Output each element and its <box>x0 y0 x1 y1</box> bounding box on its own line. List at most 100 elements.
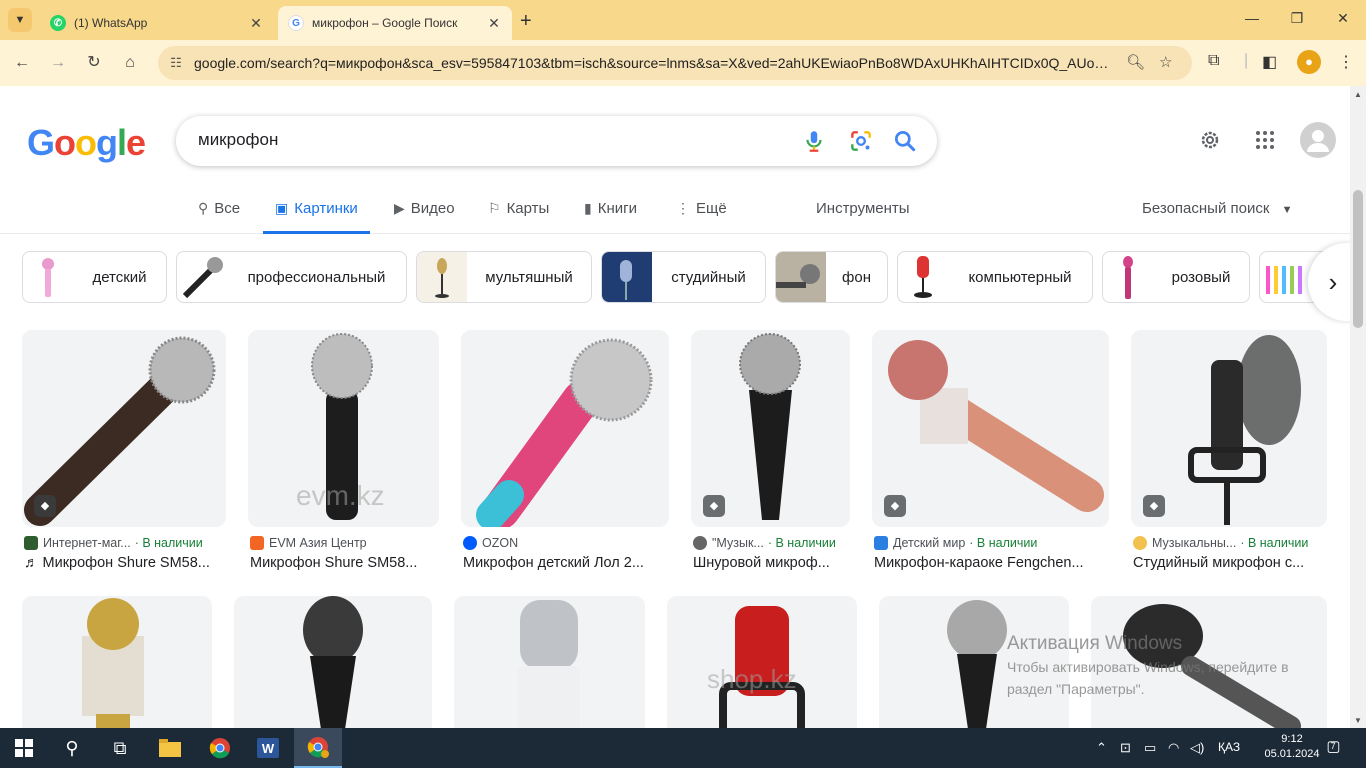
image-result[interactable]: evm.kz EVM Азия Центр Микрофон Shure SM5… <box>248 330 439 580</box>
image-result[interactable] <box>22 596 212 728</box>
video-icon: ▶ <box>394 200 405 216</box>
close-window-button[interactable]: ✕ <box>1333 10 1353 27</box>
tab-search-menu-icon[interactable]: ▼ <box>8 8 32 32</box>
reload-icon[interactable]: ↻ <box>83 52 105 74</box>
battery-icon[interactable]: ▭ <box>1144 740 1156 756</box>
wifi-icon[interactable]: ◠ <box>1168 740 1179 756</box>
bookmark-star-icon[interactable]: ☆ <box>1159 53 1172 71</box>
image-result[interactable]: ◆ Интернет-маг... · В наличии ♬ Микрофон… <box>22 330 226 580</box>
result-caption[interactable]: Микрофон детский Лол 2... <box>463 555 669 571</box>
close-tab-icon[interactable]: ✕ <box>248 15 264 32</box>
scrollbar-thumb[interactable] <box>1353 190 1363 328</box>
result-source[interactable]: Музыкальны... · В наличии <box>1133 536 1308 550</box>
account-avatar[interactable] <box>1300 122 1336 158</box>
address-bar[interactable]: ☷ google.com/search?q=микрофон&sca_esv=5… <box>158 46 1192 80</box>
taskbar-search-icon[interactable]: ⚲ <box>48 728 96 768</box>
forward-arrow-icon[interactable]: → <box>47 52 69 74</box>
result-image[interactable]: ◆ <box>691 330 850 527</box>
result-image[interactable]: ◆ <box>1131 330 1327 527</box>
volume-icon[interactable]: ◁) <box>1190 740 1204 756</box>
tab-all[interactable]: ⚲ Все <box>198 200 240 234</box>
minimize-button[interactable]: — <box>1242 10 1262 26</box>
result-source[interactable]: Детский мир · В наличии <box>874 536 1037 550</box>
google-logo[interactable]: Google <box>27 122 146 164</box>
result-caption[interactable]: ♬ Микрофон Shure SM58... <box>24 555 226 571</box>
result-source[interactable]: Интернет-маг... · В наличии <box>24 536 203 550</box>
chip-fon[interactable]: фон <box>775 251 888 303</box>
search-icon[interactable] <box>892 128 918 154</box>
result-caption[interactable]: Студийный микрофон с... <box>1133 555 1327 571</box>
google-lens-icon[interactable] <box>848 128 874 154</box>
result-image[interactable]: evm.kz <box>248 330 439 527</box>
chip-rozovyy[interactable]: розовый <box>1102 251 1250 303</box>
tab-books[interactable]: ▮ Книги <box>584 200 637 234</box>
input-language[interactable]: ҚАЗ <box>1218 740 1240 754</box>
result-caption[interactable]: Микрофон-караоке Fengchen... <box>874 555 1109 571</box>
zoom-icon[interactable]: 🔍︎ <box>1126 53 1145 71</box>
image-result[interactable]: OZON Микрофон детский Лол 2... <box>461 330 669 580</box>
result-image[interactable]: ◆ <box>872 330 1109 527</box>
browser-menu-icon[interactable]: ⋮ <box>1338 52 1354 72</box>
task-view-icon[interactable]: ⧉ <box>96 728 144 768</box>
chip-thumbnail <box>417 252 467 302</box>
image-result[interactable] <box>454 596 645 728</box>
chip-professionalnyy[interactable]: профессиональный <box>176 251 407 303</box>
chip-studiynyy[interactable]: студийный <box>601 251 766 303</box>
chip-detskiy[interactable]: детский <box>22 251 167 303</box>
image-result[interactable]: shop.kz <box>667 596 857 728</box>
scroll-up-arrow-icon[interactable]: ▲ <box>1354 90 1362 99</box>
new-tab-button[interactable]: + <box>520 10 532 33</box>
result-image[interactable]: ◆ <box>22 330 226 527</box>
tab-more[interactable]: ⋮ Ещё <box>676 200 727 234</box>
image-result[interactable] <box>234 596 432 728</box>
tab-whatsapp[interactable]: ✆ (1) WhatsApp ✕ <box>40 6 274 40</box>
result-source[interactable]: EVM Азия Центр <box>250 536 371 550</box>
result-image[interactable] <box>22 596 212 728</box>
word-icon[interactable]: W <box>244 728 292 768</box>
tray-overflow-chevron-icon[interactable]: ⌃ <box>1096 740 1107 756</box>
page-scrollbar[interactable]: ▲ ▼ <box>1350 86 1366 728</box>
system-clock[interactable]: 9:12 05.01.2024 <box>1262 732 1322 762</box>
back-arrow-icon[interactable]: ← <box>11 52 33 74</box>
image-result[interactable]: ◆ Музыкальны... · В наличии Студийный ми… <box>1131 330 1327 580</box>
settings-gear-icon[interactable] <box>1198 128 1222 152</box>
maximize-button[interactable]: ❐ <box>1287 10 1307 27</box>
microphone-icon[interactable] <box>801 128 827 154</box>
chip-multyashnyy[interactable]: мультяшный <box>416 251 592 303</box>
start-windows-icon[interactable] <box>0 728 48 768</box>
chip-kompyuternyy[interactable]: компьютерный <box>897 251 1093 303</box>
close-tab-icon[interactable]: ✕ <box>486 15 502 32</box>
extensions-icon[interactable]: ⧉ <box>1208 52 1219 70</box>
more-vert-icon: ⋮ <box>676 200 690 216</box>
image-result[interactable]: ◆ "Музык... · В наличии Шнуровой микроф.… <box>691 330 850 580</box>
tab-maps[interactable]: ⚐ Карты <box>488 200 549 234</box>
result-caption[interactable]: Шнуровой микроф... <box>693 555 850 571</box>
profile-avatar-icon[interactable]: ● <box>1297 50 1321 74</box>
result-image[interactable]: shop.kz <box>667 596 857 728</box>
safe-search-dropdown[interactable]: Безопасный поиск ▼ <box>1142 200 1292 217</box>
chrome-icon[interactable] <box>196 728 244 768</box>
file-explorer-icon[interactable] <box>146 728 194 768</box>
notification-center-icon[interactable]: ▢7 <box>1325 737 1347 759</box>
url-text[interactable]: google.com/search?q=микрофон&sca_esv=595… <box>194 55 1114 71</box>
image-result[interactable]: ◆ Детский мир · В наличии Микрофон-карао… <box>872 330 1109 580</box>
tools-button[interactable]: Инструменты <box>816 200 910 234</box>
tab-google-search[interactable]: G микрофон – Google Поиск ✕ <box>278 6 512 40</box>
tray-app-icon[interactable]: ⊡ <box>1120 740 1131 756</box>
home-icon[interactable]: ⌂ <box>119 52 141 74</box>
result-image[interactable] <box>234 596 432 728</box>
search-input[interactable] <box>198 130 758 150</box>
result-image[interactable] <box>461 330 669 527</box>
google-apps-grid-icon[interactable] <box>1254 129 1276 151</box>
scroll-down-arrow-icon[interactable]: ▼ <box>1354 716 1362 725</box>
result-source[interactable]: "Музык... · В наличии <box>693 536 836 550</box>
side-panel-icon[interactable]: ◧ <box>1262 52 1277 72</box>
result-image[interactable] <box>454 596 645 728</box>
chrome-profile-icon[interactable] <box>294 728 342 768</box>
tab-images[interactable]: ▣ Картинки <box>263 200 370 234</box>
result-caption[interactable]: Микрофон Shure SM58... <box>250 555 439 571</box>
tab-videos[interactable]: ▶ Видео <box>394 200 455 234</box>
result-source[interactable]: OZON <box>463 536 522 550</box>
site-info-icon[interactable]: ☷ <box>166 53 186 73</box>
chip-thumbnail <box>898 252 948 302</box>
